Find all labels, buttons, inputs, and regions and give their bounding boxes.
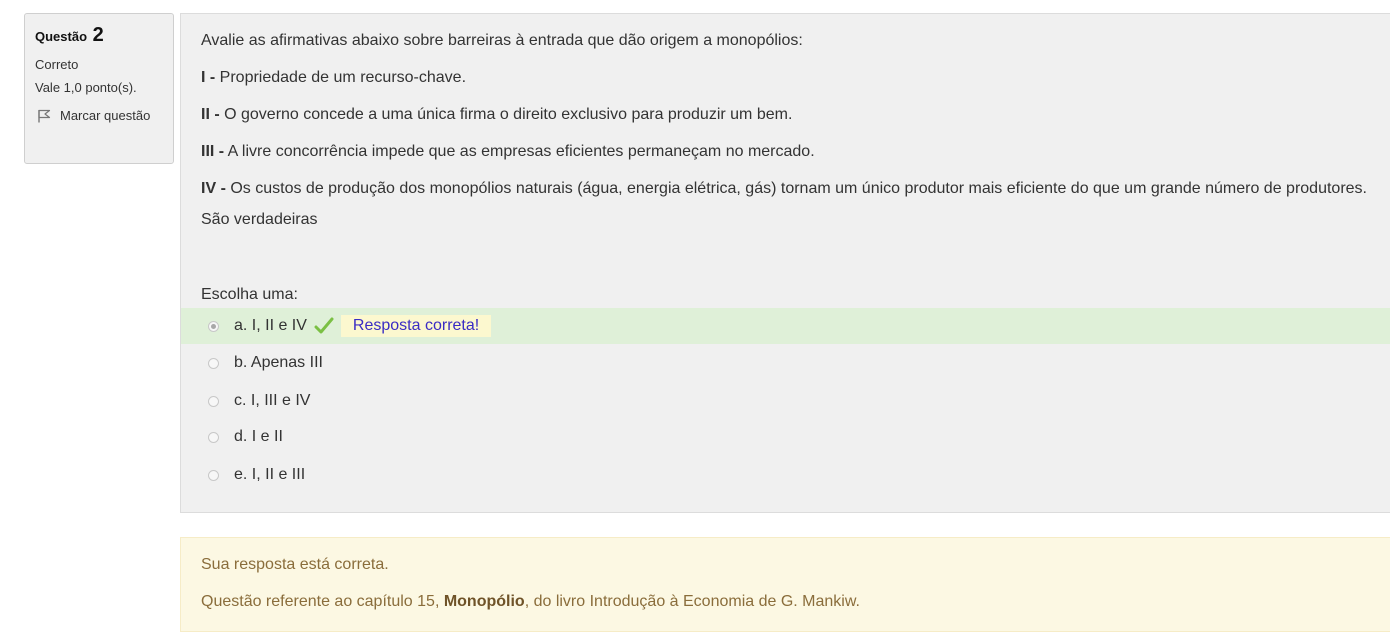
statement-text: Os custos de produção dos monopólios nat… (225, 180, 1367, 197)
statement-2: II - O governo concede a uma única firma… (201, 104, 1390, 126)
feedback-text: , do livro Introdução à Economia de G. M… (524, 593, 860, 610)
flag-question-button[interactable]: Marcar questão (37, 108, 173, 123)
radio-button[interactable] (208, 431, 219, 443)
radio-button-selected[interactable] (208, 320, 219, 332)
statement-1: I - Propriedade de um recurso-chave. (201, 67, 1390, 89)
outcome-feedback: Sua resposta está correta. Questão refer… (180, 537, 1390, 632)
answer-option-a[interactable]: a. I, II e IV Resposta correta! (181, 308, 1390, 344)
statement-marker: II - (201, 106, 220, 123)
statement-4: IV - Os custos de produção dos monopólio… (201, 178, 1390, 200)
answer-option-b[interactable]: b. Apenas III (181, 345, 1390, 381)
correct-feedback: Resposta correta! (340, 315, 492, 337)
statement-text: O governo concede a uma única firma o di… (219, 106, 793, 123)
radio-button[interactable] (208, 357, 219, 369)
question-text: Avalie as afirmativas abaixo sobre barre… (201, 30, 1390, 246)
question-state: Correto (35, 57, 79, 72)
flag-icon (38, 109, 51, 122)
option-label[interactable]: e. I, II e III (234, 466, 305, 484)
statement-text: Propriedade de um recurso-chave. (215, 69, 467, 86)
outcome-message: Sua resposta está correta. (201, 556, 389, 573)
option-label[interactable]: c. I, III e IV (234, 392, 310, 410)
answer-prompt: Escolha uma: (201, 286, 298, 303)
question-number-value: 2 (92, 24, 104, 46)
general-feedback: Questão referente ao capítulo 15, Monopó… (201, 593, 860, 611)
answer-option-c[interactable]: c. I, III e IV (181, 383, 1390, 419)
answer-option-d[interactable]: d. I e II (181, 419, 1390, 455)
statement-3: III - A livre concorrência impede que as… (201, 141, 1390, 163)
answer-option-e[interactable]: e. I, II e III (181, 457, 1390, 493)
question-info-panel: Questão 2 Correto Vale 1,0 ponto(s). Mar… (24, 13, 174, 164)
statement-marker: I - (201, 69, 216, 86)
flag-question-label: Marcar questão (60, 108, 151, 123)
option-label[interactable]: a. I, II e IV (234, 317, 307, 335)
option-label[interactable]: d. I e II (234, 428, 283, 446)
question-grade: Vale 1,0 ponto(s). (35, 80, 137, 95)
radio-button[interactable] (208, 395, 219, 407)
question-number: Questão 2 (35, 24, 173, 47)
question-closing: São verdadeiras (201, 211, 318, 228)
question-content: Avalie as afirmativas abaixo sobre barre… (180, 13, 1390, 513)
feedback-text: Questão referente ao capítulo 15, (201, 593, 444, 610)
feedback-bold-text: Monopólio (443, 593, 525, 610)
radio-button[interactable] (208, 469, 219, 481)
question-intro: Avalie as afirmativas abaixo sobre barre… (201, 32, 803, 49)
option-label[interactable]: b. Apenas III (234, 354, 323, 372)
statement-marker: IV - (201, 180, 226, 197)
check-mark-icon (314, 317, 334, 334)
question-label: Questão (35, 29, 88, 44)
statement-marker: III - (201, 143, 225, 160)
statement-text: A livre concorrência impede que as empre… (224, 143, 815, 160)
